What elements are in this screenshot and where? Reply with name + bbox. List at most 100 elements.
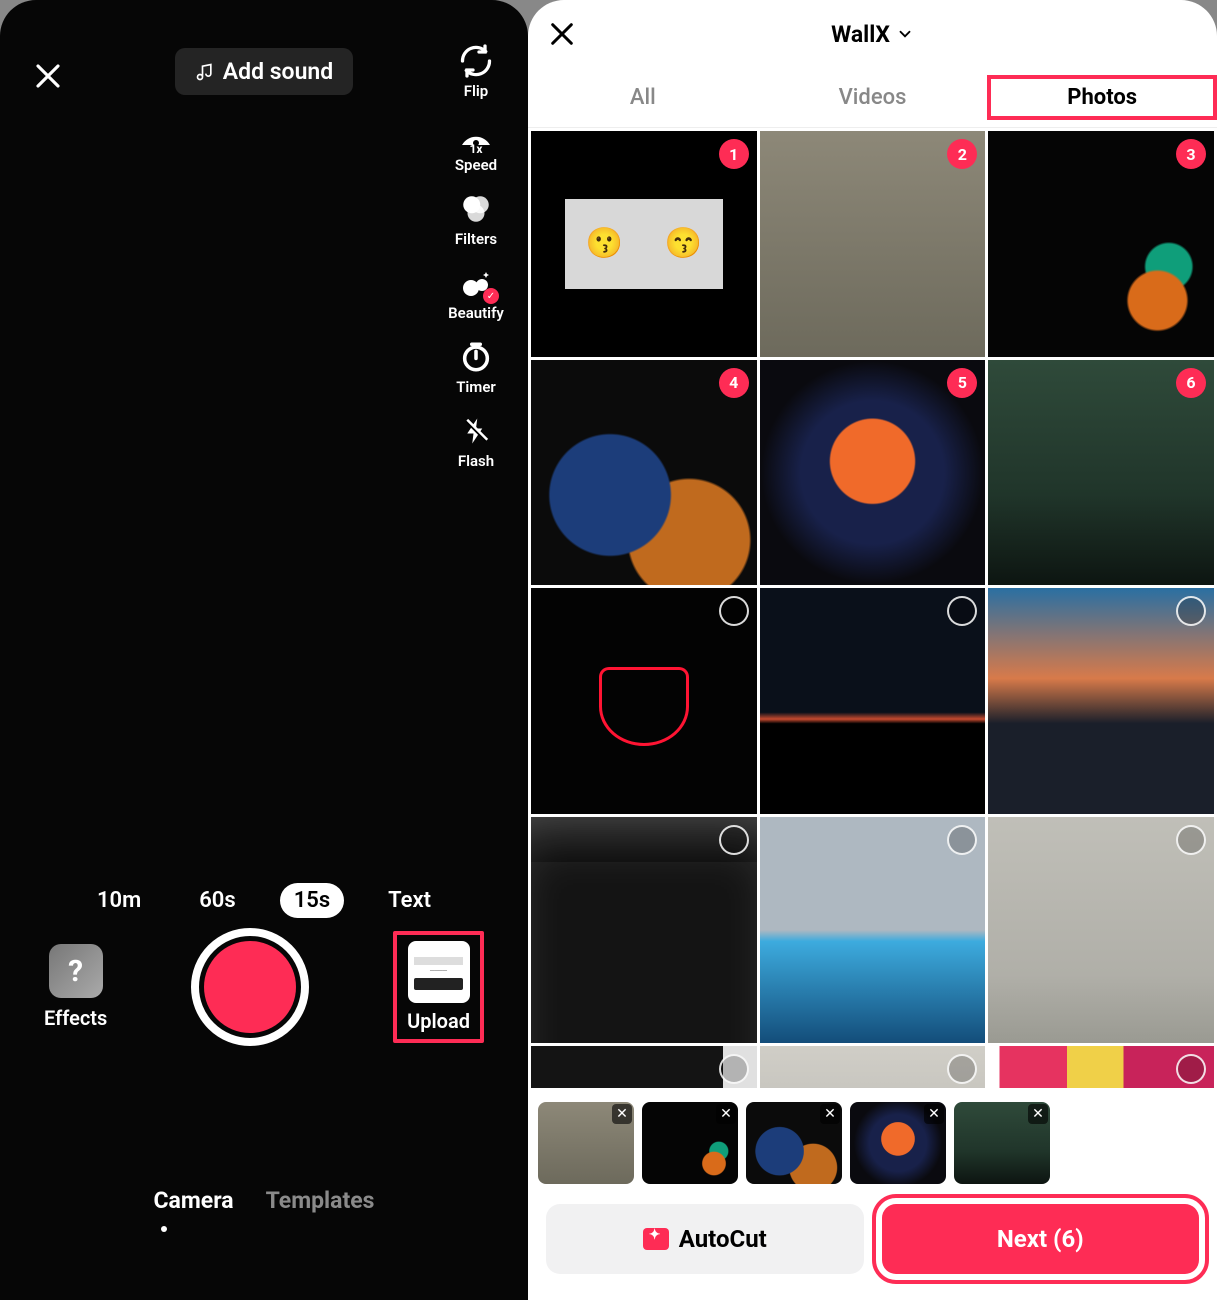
close-icon — [548, 20, 576, 48]
flip-icon — [457, 42, 495, 80]
media-item[interactable] — [988, 817, 1214, 1043]
selected-thumb[interactable]: ✕ — [954, 1102, 1050, 1184]
close-icon — [33, 61, 63, 91]
selection-badge[interactable] — [1176, 1054, 1206, 1084]
selection-badge[interactable]: 3 — [1176, 139, 1206, 169]
tab-all[interactable]: All — [528, 75, 758, 120]
upload-button[interactable]: ──── Upload — [393, 931, 484, 1043]
effects-label: Effects — [44, 1006, 107, 1030]
media-item[interactable]: 5 — [760, 360, 986, 586]
active-tab-indicator-icon — [161, 1226, 167, 1232]
media-item[interactable]: 😗😙1 — [531, 131, 757, 357]
media-item[interactable]: 3 — [988, 131, 1214, 357]
next-label: Next (6) — [997, 1225, 1084, 1253]
selection-badge[interactable] — [1176, 825, 1206, 855]
speed-label: Speed — [455, 156, 497, 174]
media-item[interactable]: 4 — [531, 360, 757, 586]
picker-bottom-buttons: AutoCut Next (6) — [528, 1188, 1217, 1300]
media-grid: 😗😙1 2 3 4 5 6 — [528, 128, 1217, 1088]
remove-selected-button[interactable]: ✕ — [1028, 1104, 1048, 1124]
media-item[interactable] — [760, 817, 986, 1043]
beautify-button[interactable]: ✓ Beautify — [448, 264, 504, 322]
filters-icon — [457, 190, 495, 228]
chevron-down-icon — [896, 25, 914, 43]
effects-icon: ? — [49, 944, 103, 998]
media-type-tabs: All Videos Photos — [528, 68, 1217, 128]
media-item[interactable] — [988, 1046, 1214, 1088]
media-item[interactable] — [531, 817, 757, 1043]
selected-thumb[interactable]: ✕ — [642, 1102, 738, 1184]
music-note-icon — [195, 61, 215, 83]
selection-badge[interactable]: 2 — [947, 139, 977, 169]
selection-badge[interactable]: 4 — [719, 368, 749, 398]
tab-videos[interactable]: Videos — [758, 75, 988, 120]
selection-badge[interactable] — [1176, 596, 1206, 626]
selected-thumb[interactable]: ✕ — [850, 1102, 946, 1184]
tab-templates[interactable]: Templates — [266, 1187, 375, 1214]
upload-thumbnail-icon: ──── — [408, 941, 470, 1003]
media-item[interactable]: 6 — [988, 360, 1214, 586]
speed-button[interactable]: 1x Speed — [455, 116, 497, 174]
remove-selected-button[interactable]: ✕ — [820, 1104, 840, 1124]
selection-badge[interactable] — [947, 1054, 977, 1084]
selected-strip: ✕ ✕ ✕ ✕ ✕ — [528, 1088, 1217, 1188]
timer-icon — [457, 338, 495, 376]
flash-off-icon — [457, 412, 495, 450]
timer-label: Timer — [456, 378, 496, 396]
add-sound-label: Add sound — [223, 58, 333, 85]
upload-label: Upload — [407, 1009, 470, 1033]
close-button[interactable] — [26, 54, 70, 98]
remove-selected-button[interactable]: ✕ — [716, 1104, 736, 1124]
camera-screen: Add sound Flip 1x Speed Filters ✓ — [0, 0, 528, 1300]
speed-value: 1x — [457, 142, 495, 156]
duration-60s[interactable]: 60s — [185, 883, 249, 918]
next-button[interactable]: Next (6) — [882, 1204, 1200, 1274]
duration-text[interactable]: Text — [374, 883, 445, 918]
media-item[interactable]: 2 — [760, 131, 986, 357]
beautify-label: Beautify — [448, 304, 504, 322]
media-item[interactable] — [760, 588, 986, 814]
selection-badge[interactable] — [719, 825, 749, 855]
filters-label: Filters — [455, 230, 497, 248]
selected-thumb[interactable]: ✕ — [746, 1102, 842, 1184]
selection-badge[interactable]: 5 — [947, 368, 977, 398]
album-dropdown[interactable]: WallX — [831, 21, 914, 48]
picker-top-bar: WallX — [528, 0, 1217, 68]
duration-15s[interactable]: 15s — [280, 883, 344, 918]
selected-thumb[interactable]: ✕ — [538, 1102, 634, 1184]
media-item[interactable] — [988, 588, 1214, 814]
picker-close-button[interactable] — [548, 20, 576, 48]
media-item[interactable] — [760, 1046, 986, 1088]
autocut-icon — [643, 1228, 669, 1250]
media-item[interactable] — [531, 1046, 757, 1088]
tab-photos[interactable]: Photos — [987, 75, 1217, 120]
flash-button[interactable]: Flash — [457, 412, 495, 470]
selection-badge[interactable]: 6 — [1176, 368, 1206, 398]
record-button[interactable] — [191, 928, 309, 1046]
speed-icon: 1x — [457, 116, 495, 154]
media-picker-screen: WallX All Videos Photos 😗😙1 2 3 4 5 6 ✕ — [528, 0, 1217, 1300]
autocut-label: AutoCut — [679, 1225, 767, 1253]
camera-tools: Flip 1x Speed Filters ✓ Beautify — [436, 42, 516, 470]
flip-button[interactable]: Flip — [457, 42, 495, 100]
add-sound-button[interactable]: Add sound — [175, 48, 353, 95]
timer-button[interactable]: Timer — [456, 338, 496, 396]
duration-10m[interactable]: 10m — [83, 883, 155, 918]
tab-camera[interactable]: Camera — [154, 1187, 234, 1214]
selection-badge[interactable] — [947, 825, 977, 855]
duration-selector: 10m 60s 15s Text — [0, 883, 528, 918]
autocut-button[interactable]: AutoCut — [546, 1204, 864, 1274]
record-inner-icon — [204, 941, 296, 1033]
beautify-icon: ✓ — [457, 264, 495, 302]
camera-bottom-row: ? Effects ──── Upload — [0, 928, 528, 1046]
camera-mode-tabs: Camera Templates — [0, 1187, 528, 1214]
selection-badge[interactable] — [719, 596, 749, 626]
selection-badge[interactable] — [947, 596, 977, 626]
media-item[interactable] — [531, 588, 757, 814]
selection-badge[interactable] — [719, 1054, 749, 1084]
selection-badge[interactable]: 1 — [719, 139, 749, 169]
effects-button[interactable]: ? Effects — [44, 944, 107, 1030]
remove-selected-button[interactable]: ✕ — [612, 1104, 632, 1124]
remove-selected-button[interactable]: ✕ — [924, 1104, 944, 1124]
filters-button[interactable]: Filters — [455, 190, 497, 248]
